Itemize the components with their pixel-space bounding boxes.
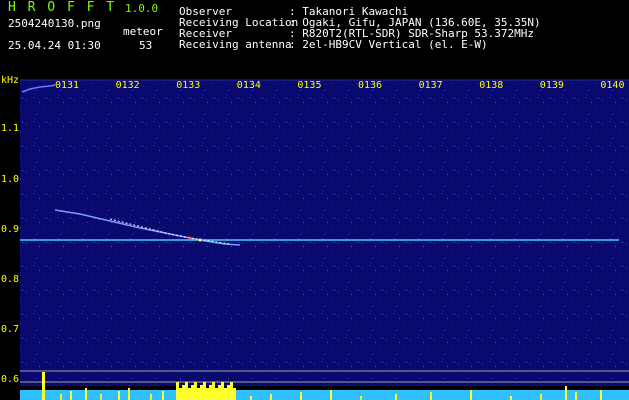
signal-peak (215, 388, 218, 400)
signal-peak (212, 382, 215, 400)
signal-peak (194, 382, 197, 400)
x-tick-label: 0132 (115, 80, 140, 91)
signal-peak (176, 382, 179, 400)
x-tick-label: 0139 (539, 80, 564, 91)
signal-peak (100, 394, 102, 400)
y-tick-label: 0.7 (1, 324, 20, 335)
signal-peak (128, 388, 130, 400)
signal-peak (300, 392, 302, 400)
x-tick-label: 0137 (418, 80, 443, 91)
signal-peak (510, 396, 512, 400)
signal-peak (185, 382, 188, 400)
signal-peak (118, 391, 120, 400)
signal-peak (224, 388, 227, 400)
x-tick-label: 0140 (600, 80, 625, 91)
signal-peak (575, 392, 577, 400)
spectrogram (0, 74, 629, 400)
y-tick-label: 0.6 (1, 374, 20, 385)
signal-peak (182, 385, 185, 400)
signal-peak (188, 388, 191, 400)
signal-peak (179, 388, 182, 400)
signal-peak (250, 396, 252, 400)
x-tick-label: 0134 (236, 80, 261, 91)
signal-peak (218, 385, 221, 400)
signal-peak (395, 394, 397, 400)
signal-peak (162, 391, 164, 400)
signal-peak (191, 385, 194, 400)
signal-peak (150, 394, 152, 400)
signal-peak (540, 394, 542, 400)
signal-peak (270, 394, 272, 400)
signal-peak (360, 396, 362, 400)
signal-peak (221, 382, 224, 400)
signal-peak (60, 394, 62, 400)
signal-peak (227, 385, 230, 400)
x-tick-label: 0136 (358, 80, 383, 91)
signal-peak (42, 372, 45, 400)
y-tick-label: 0.8 (1, 274, 20, 285)
x-tick-label: 0131 (55, 80, 80, 91)
signal-peak (330, 390, 332, 400)
y-tick-label: 1.1 (1, 123, 20, 134)
signal-peak (200, 385, 203, 400)
y-tick-label: 1.0 (1, 174, 20, 185)
signal-peak (600, 390, 602, 400)
signal-peak (233, 388, 236, 400)
signal-peak (85, 388, 87, 400)
signal-peak (230, 382, 233, 400)
meteor-spot (188, 236, 192, 240)
signal-peak (209, 385, 212, 400)
x-tick-label: 0135 (297, 80, 322, 91)
x-tick-label: 0138 (479, 80, 504, 91)
signal-peak (206, 388, 209, 400)
signal-strip (20, 390, 629, 400)
y-axis-unit: kHz (1, 75, 20, 86)
meteor-spot (198, 238, 202, 242)
plot-background (20, 80, 629, 386)
x-tick-label: 0133 (176, 80, 201, 91)
signal-peak (565, 386, 567, 400)
signal-peak (203, 382, 206, 400)
y-tick-label: 0.9 (1, 224, 20, 235)
signal-peak (470, 390, 472, 400)
signal-peak (430, 392, 432, 400)
signal-peak (70, 391, 72, 400)
signal-peak (197, 388, 200, 400)
